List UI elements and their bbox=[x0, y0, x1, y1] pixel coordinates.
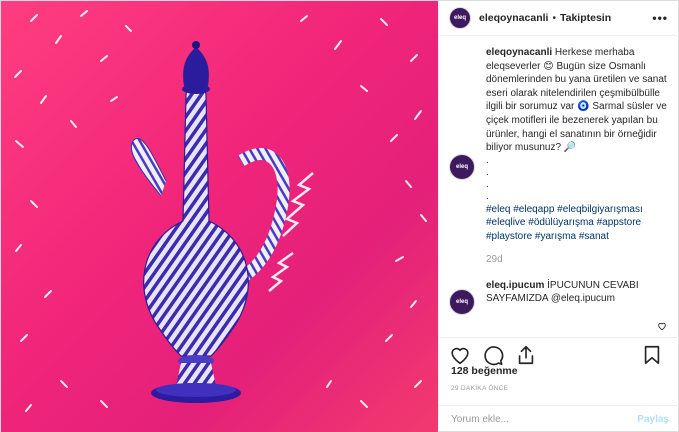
avatar-text: eleq bbox=[455, 298, 468, 305]
caption-username[interactable]: eleqoynacanli bbox=[486, 47, 552, 58]
header-username[interactable]: eleqoynacanli bbox=[479, 12, 548, 24]
caption-time[interactable]: 29d bbox=[486, 254, 669, 265]
comment-input[interactable] bbox=[451, 414, 638, 425]
follow-status[interactable]: Takiptesin bbox=[560, 12, 611, 24]
post-time-ago: 29 DAKİKA ÖNCE bbox=[451, 385, 509, 392]
reply-avatar[interactable]: eleq bbox=[449, 288, 475, 315]
caption-text-block: eleqoynacanli Herkese merhaba eleqseverl… bbox=[486, 46, 669, 244]
post-comment-button[interactable]: Paylaş bbox=[637, 414, 669, 425]
caption-dots: . . . . bbox=[486, 154, 489, 202]
caption-text: Herkese merhaba eleqseverler 😊 Bugün siz… bbox=[486, 47, 667, 154]
separator-dot: • bbox=[552, 12, 556, 24]
post-header: eleq eleqoynacanli • Takiptesin ••• bbox=[439, 1, 679, 36]
reply-comment: eleq eleq.ipucum İPUCUNUN CEVABI SAYFAMI… bbox=[449, 279, 669, 315]
avatar-text: eleq bbox=[453, 15, 466, 21]
reply-text-block: eleq.ipucum İPUCUNUN CEVABI SAYFAMIZDA @… bbox=[486, 279, 656, 315]
like-count[interactable]: 128 beğenme bbox=[451, 365, 518, 377]
avatar[interactable]: eleq bbox=[449, 7, 471, 29]
post-sidebar: eleq eleqoynacanli • Takiptesin ••• eleq… bbox=[438, 1, 679, 432]
cesmibulbul-vase-illustration bbox=[14, 10, 427, 412]
reply-username[interactable]: eleq.ipucum bbox=[486, 280, 544, 291]
comment-icon[interactable] bbox=[482, 344, 504, 366]
post-image[interactable] bbox=[1, 1, 438, 432]
more-icon[interactable]: ••• bbox=[652, 11, 668, 25]
comments-section: eleq eleqoynacanli Herkese merhaba eleqs… bbox=[439, 36, 679, 336]
share-icon[interactable] bbox=[515, 344, 537, 366]
caption-hashtags[interactable]: #eleq #eleqapp #eleqbilgiyarışması #eleq… bbox=[486, 203, 669, 244]
heart-icon[interactable] bbox=[449, 344, 471, 366]
like-comment-heart-icon[interactable] bbox=[657, 321, 667, 331]
add-comment-bar: Paylaş bbox=[439, 405, 679, 432]
instagram-post: eleq eleqoynacanli • Takiptesin ••• eleq… bbox=[0, 0, 679, 432]
caption: eleq eleqoynacanli Herkese merhaba eleqs… bbox=[449, 46, 669, 244]
action-bar bbox=[439, 337, 679, 367]
caption-avatar[interactable]: eleq bbox=[449, 154, 475, 180]
avatar-text: eleq bbox=[455, 164, 468, 170]
bookmark-icon[interactable] bbox=[641, 344, 663, 366]
